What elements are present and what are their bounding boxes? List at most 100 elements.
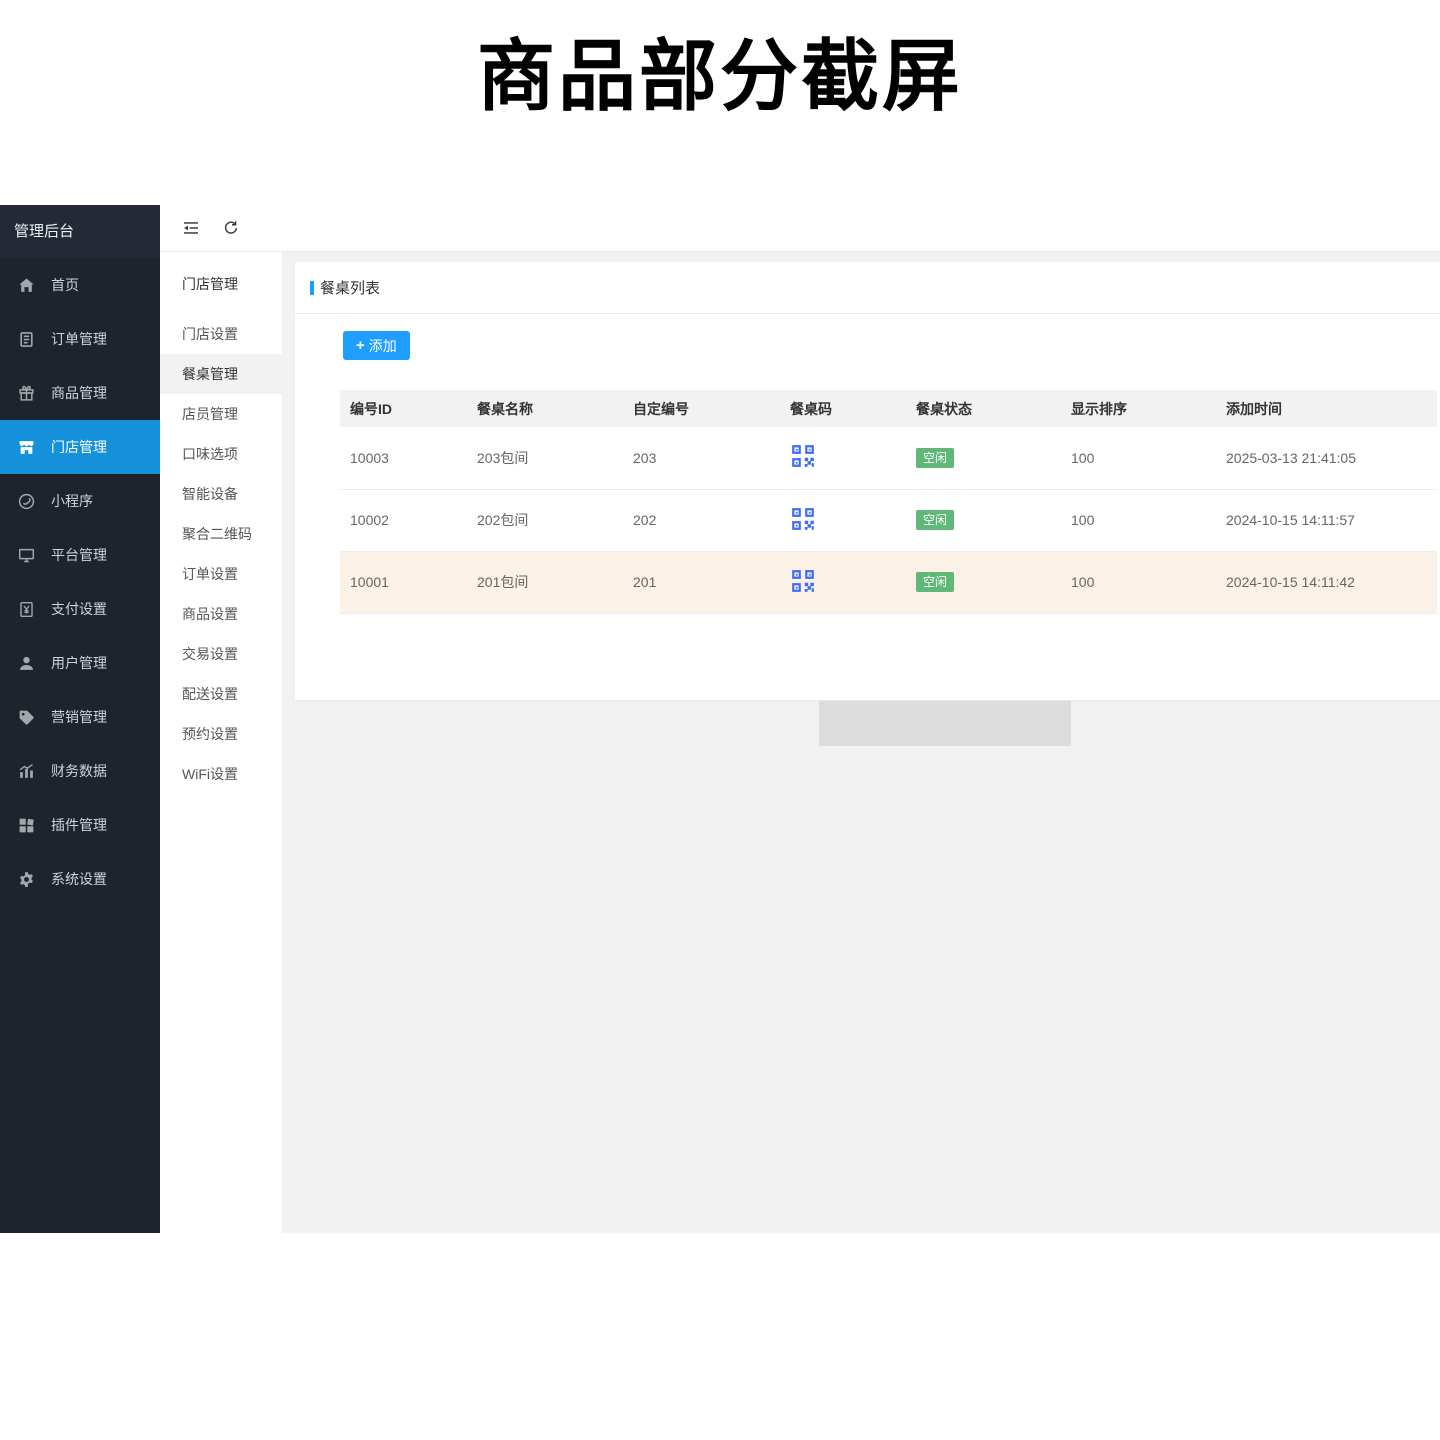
row-id: 10003 [340, 427, 467, 489]
user-icon [18, 655, 35, 672]
collapse-menu-icon[interactable] [182, 219, 200, 237]
sidebar-item-settings[interactable]: 系统设置 [0, 852, 160, 906]
plugin-icon [18, 817, 35, 834]
body-row: 门店管理门店设置餐桌管理店员管理口味选项智能设备聚合二维码订单设置商品设置交易设… [160, 252, 1440, 1233]
sidebar-item-marketing[interactable]: 营销管理 [0, 690, 160, 744]
column-header: 添加时间 [1216, 390, 1437, 427]
row-sort: 100 [1061, 489, 1216, 551]
sidebar-item-finance[interactable]: 财务数据 [0, 744, 160, 798]
sidebar-item-user[interactable]: 用户管理 [0, 636, 160, 690]
sidebar-item-miniapp[interactable]: 小程序 [0, 474, 160, 528]
sidebar-item-label: 小程序 [51, 491, 93, 511]
sidebar-item-label: 支付设置 [51, 599, 107, 619]
status-badge: 空闲 [916, 510, 954, 530]
column-header: 餐桌状态 [906, 390, 1061, 427]
row-code: 201 [623, 551, 780, 613]
sidebar-item-label: 门店管理 [51, 437, 107, 457]
sidebar-item-label: 首页 [51, 275, 79, 295]
topbar [160, 205, 1440, 252]
submenu-item-0[interactable]: 门店设置 [160, 314, 282, 354]
platform-icon [18, 547, 35, 564]
placeholder-box [819, 701, 1071, 746]
sidebar-item-label: 系统设置 [51, 869, 107, 889]
sidebar-item-label: 营销管理 [51, 707, 107, 727]
finance-icon [18, 763, 35, 780]
plus-icon: + [356, 337, 365, 354]
submenu-item-2[interactable]: 店员管理 [160, 394, 282, 434]
store-icon [18, 439, 35, 456]
table-row[interactable]: 10003203包间203空闲1002025-03-13 21:41:05 [340, 427, 1437, 489]
submenu-parent[interactable]: 门店管理 [160, 264, 282, 304]
sidebar-item-label: 插件管理 [51, 815, 107, 835]
column-header: 餐桌名称 [467, 390, 623, 427]
submenu-item-3[interactable]: 口味选项 [160, 434, 282, 474]
sidebar-menu: 首页订单管理商品管理门店管理小程序平台管理支付设置用户管理营销管理财务数据插件管… [0, 258, 160, 906]
sidebar-item-store[interactable]: 门店管理 [0, 420, 160, 474]
row-time: 2024-10-15 14:11:42 [1216, 551, 1437, 613]
sidebar-item-label: 用户管理 [51, 653, 107, 673]
table-row[interactable]: 10001201包间201 空闲 1002024-10-15 14:11:42 [340, 551, 1437, 613]
home-icon [18, 277, 35, 294]
row-name: 201包间 [467, 551, 623, 613]
card-header: 餐桌列表 [295, 262, 1440, 314]
row-code: 202 [623, 489, 780, 551]
submenu-item-7[interactable]: 商品设置 [160, 594, 282, 634]
sidebar-item-order[interactable]: 订单管理 [0, 312, 160, 366]
status-badge: 空闲 [916, 572, 954, 592]
marketing-icon [18, 709, 35, 726]
table-card: 餐桌列表 + 添加 编号ID餐桌名称自定编号餐桌码餐桌状态显示排序添加时间 10… [295, 262, 1440, 700]
submenu-item-1[interactable]: 餐桌管理 [160, 354, 282, 394]
add-button-label: 添加 [369, 336, 397, 356]
add-button[interactable]: + 添加 [343, 331, 410, 360]
column-header: 显示排序 [1061, 390, 1216, 427]
qrcode-icon[interactable] [790, 443, 816, 469]
row-time: 2024-10-15 14:11:57 [1216, 489, 1437, 551]
column-header: 自定编号 [623, 390, 780, 427]
row-code: 203 [623, 427, 780, 489]
qrcode-icon[interactable] [790, 568, 816, 594]
row-name: 203包间 [467, 427, 623, 489]
admin-app: 管理后台 首页订单管理商品管理门店管理小程序平台管理支付设置用户管理营销管理财务… [0, 205, 1440, 1233]
column-header: 编号ID [340, 390, 467, 427]
card-toolbar: + 添加 [295, 314, 1440, 360]
app-logo: 管理后台 [0, 205, 160, 258]
payment-icon [18, 601, 35, 618]
status-badge: 空闲 [916, 448, 954, 468]
row-sort: 100 [1061, 551, 1216, 613]
right-column: 门店管理门店设置餐桌管理店员管理口味选项智能设备聚合二维码订单设置商品设置交易设… [160, 205, 1440, 1233]
submenu-item-10[interactable]: 预约设置 [160, 714, 282, 754]
sidebar-item-payment[interactable]: 支付设置 [0, 582, 160, 636]
submenu-item-8[interactable]: 交易设置 [160, 634, 282, 674]
order-icon [18, 331, 35, 348]
goods-icon [18, 385, 35, 402]
sidebar-item-goods[interactable]: 商品管理 [0, 366, 160, 420]
row-sort: 100 [1061, 427, 1216, 489]
sidebar-item-label: 平台管理 [51, 545, 107, 565]
main-content: 餐桌列表 + 添加 编号ID餐桌名称自定编号餐桌码餐桌状态显示排序添加时间 10… [283, 252, 1440, 1233]
submenu: 门店管理门店设置餐桌管理店员管理口味选项智能设备聚合二维码订单设置商品设置交易设… [160, 252, 283, 1233]
submenu-item-5[interactable]: 聚合二维码 [160, 514, 282, 554]
sidebar-item-home[interactable]: 首页 [0, 258, 160, 312]
row-name: 202包间 [467, 489, 623, 551]
submenu-item-9[interactable]: 配送设置 [160, 674, 282, 714]
primary-sidebar: 管理后台 首页订单管理商品管理门店管理小程序平台管理支付设置用户管理营销管理财务… [0, 205, 160, 1233]
row-id: 10002 [340, 489, 467, 551]
section-title: 餐桌列表 [320, 277, 380, 298]
row-id: 10001 [340, 551, 467, 613]
submenu-item-11[interactable]: WiFi设置 [160, 754, 282, 794]
submenu-item-6[interactable]: 订单设置 [160, 554, 282, 594]
settings-icon [18, 871, 35, 888]
sidebar-item-plugin[interactable]: 插件管理 [0, 798, 160, 852]
column-header: 餐桌码 [780, 390, 906, 427]
refresh-icon[interactable] [222, 219, 240, 237]
qrcode-icon[interactable] [790, 506, 816, 532]
tables-table: 编号ID餐桌名称自定编号餐桌码餐桌状态显示排序添加时间 10003203包间20… [340, 390, 1437, 614]
table-row[interactable]: 10002202包间202 空闲 1002024-10-15 14:11:57 [340, 489, 1437, 551]
sidebar-item-label: 订单管理 [51, 329, 107, 349]
page-title: 商品部分截屏 [0, 14, 1440, 126]
submenu-item-4[interactable]: 智能设备 [160, 474, 282, 514]
sidebar-item-label: 财务数据 [51, 761, 107, 781]
sidebar-item-label: 商品管理 [51, 383, 107, 403]
title-accent-bar [310, 281, 314, 295]
sidebar-item-platform[interactable]: 平台管理 [0, 528, 160, 582]
